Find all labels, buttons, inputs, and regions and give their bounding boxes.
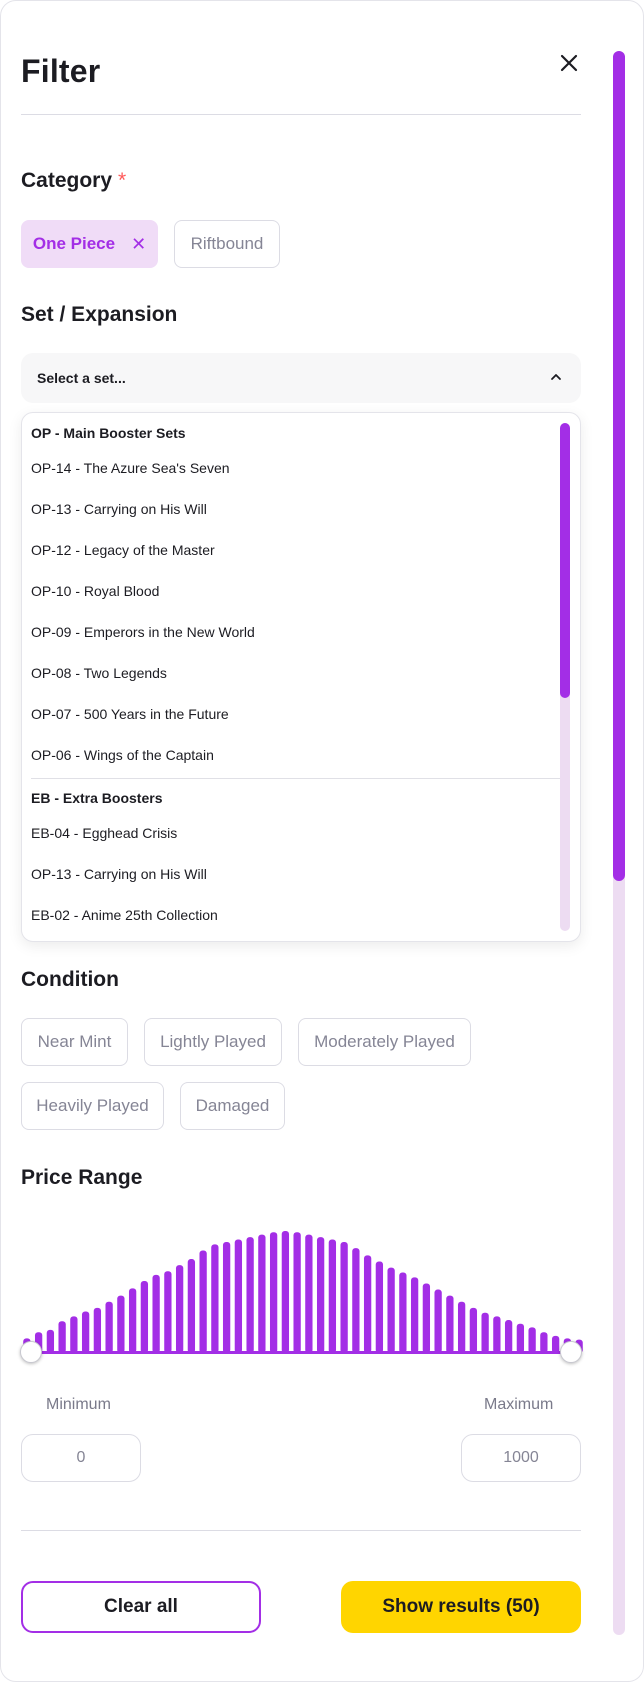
set-option[interactable]: OP-10 - Royal Blood bbox=[31, 583, 159, 599]
footer-divider bbox=[21, 1530, 581, 1531]
histogram-bar bbox=[246, 1237, 254, 1353]
histogram-bar bbox=[446, 1295, 454, 1353]
minimum-label: Minimum bbox=[46, 1396, 111, 1413]
histogram-bar bbox=[457, 1301, 466, 1353]
filter-panel: Filter Category * One Piece ✕ Riftbound S… bbox=[0, 0, 644, 1682]
chip-label: Heavily Played bbox=[36, 1096, 149, 1115]
chip-label: Damaged bbox=[195, 1096, 270, 1115]
histogram-bar bbox=[352, 1248, 360, 1353]
chip-label: One Piece bbox=[32, 234, 116, 253]
group-heading-op: OP - Main Booster Sets bbox=[31, 425, 186, 441]
price-histogram bbox=[23, 1231, 583, 1353]
max-price-handle[interactable] bbox=[560, 1341, 582, 1363]
histogram-bar bbox=[152, 1274, 160, 1353]
group-heading-eb: EB - Extra Boosters bbox=[31, 790, 163, 806]
remove-chip-icon[interactable]: ✕ bbox=[131, 234, 146, 255]
chip-label: Riftbound bbox=[190, 234, 264, 253]
set-select[interactable]: Select a set... bbox=[21, 353, 581, 403]
chip-near-mint[interactable]: Near Mint bbox=[21, 1018, 128, 1066]
header-divider bbox=[21, 114, 581, 115]
histogram-bar bbox=[363, 1255, 372, 1353]
set-option[interactable]: OP-13 - Carrying on His Will bbox=[31, 866, 207, 882]
histogram-bar bbox=[316, 1237, 325, 1353]
page-title: Filter bbox=[21, 53, 101, 89]
chip-heavily-played[interactable]: Heavily Played bbox=[21, 1082, 164, 1130]
histogram-bar bbox=[46, 1329, 55, 1353]
set-dropdown-list: OP - Main Booster Sets OP-14 - The Azure… bbox=[21, 412, 581, 942]
histogram-bar bbox=[187, 1259, 196, 1353]
max-price-input[interactable] bbox=[461, 1434, 581, 1482]
histogram-bar bbox=[175, 1265, 184, 1353]
set-option[interactable]: EB-02 - Anime 25th Collection bbox=[31, 907, 218, 923]
histogram-bar bbox=[422, 1283, 431, 1353]
histogram-bar bbox=[516, 1323, 525, 1353]
chip-label: Near Mint bbox=[37, 1032, 112, 1051]
chip-label: Lightly Played bbox=[160, 1032, 266, 1051]
histogram-bar bbox=[269, 1232, 278, 1353]
histogram-bar bbox=[493, 1316, 501, 1353]
histogram-bar bbox=[469, 1307, 478, 1353]
set-option[interactable]: OP-13 - Carrying on His Will bbox=[31, 501, 207, 517]
price-range-title: Price Range bbox=[21, 1166, 143, 1189]
histogram-bar bbox=[434, 1289, 442, 1353]
histogram-bar bbox=[140, 1281, 149, 1353]
min-price-input[interactable] bbox=[21, 1434, 141, 1482]
panel-scrollbar-thumb[interactable] bbox=[613, 51, 625, 881]
histogram-bar bbox=[58, 1321, 66, 1353]
histogram-bar bbox=[211, 1244, 219, 1353]
chip-one-piece[interactable]: One Piece ✕ bbox=[21, 220, 158, 268]
group-divider bbox=[31, 778, 565, 779]
set-option[interactable]: OP-09 - Emperors in the New World bbox=[31, 624, 255, 640]
dropdown-scrollbar-thumb[interactable] bbox=[560, 423, 570, 698]
histogram-bar bbox=[105, 1301, 113, 1353]
set-expansion-title: Set / Expansion bbox=[21, 303, 178, 326]
histogram-bar bbox=[258, 1234, 266, 1353]
set-option[interactable]: OP-12 - Legacy of the Master bbox=[31, 542, 215, 558]
histogram-bar bbox=[387, 1267, 395, 1353]
required-marker: * bbox=[118, 169, 127, 192]
set-option[interactable]: OP-07 - 500 Years in the Future bbox=[31, 706, 229, 722]
histogram-bar bbox=[410, 1277, 419, 1353]
show-results-button[interactable]: Show results (50) bbox=[341, 1581, 581, 1633]
condition-title: Condition bbox=[21, 968, 119, 991]
chip-moderately-played[interactable]: Moderately Played bbox=[298, 1018, 471, 1066]
histogram-bar bbox=[222, 1241, 231, 1353]
histogram-bar bbox=[234, 1239, 243, 1353]
histogram-bar bbox=[70, 1316, 78, 1353]
category-title: Category bbox=[21, 169, 113, 192]
histogram-bar bbox=[164, 1271, 172, 1353]
histogram-bar bbox=[399, 1272, 407, 1353]
set-select-placeholder: Select a set... bbox=[37, 370, 126, 386]
histogram-bar bbox=[375, 1261, 384, 1353]
histogram-bar bbox=[340, 1241, 348, 1353]
chip-label: Moderately Played bbox=[314, 1032, 455, 1051]
category-heading: Category * bbox=[21, 169, 126, 193]
close-icon[interactable] bbox=[557, 51, 581, 75]
histogram-bar bbox=[93, 1307, 102, 1353]
clear-all-button[interactable]: Clear all bbox=[21, 1581, 261, 1633]
histogram-bar bbox=[117, 1295, 125, 1353]
histogram-bar bbox=[504, 1320, 513, 1353]
set-option[interactable]: OP-06 - Wings of the Captain bbox=[31, 747, 214, 763]
min-price-handle[interactable] bbox=[20, 1341, 42, 1363]
histogram-bar bbox=[128, 1288, 137, 1353]
histogram-bar bbox=[293, 1232, 301, 1353]
histogram-bar bbox=[528, 1327, 536, 1353]
histogram-bar bbox=[305, 1234, 313, 1353]
chevron-up-icon bbox=[551, 374, 561, 380]
histogram-bar bbox=[481, 1312, 489, 1353]
price-slider-track[interactable] bbox=[29, 1351, 571, 1354]
set-option[interactable]: OP-08 - Two Legends bbox=[31, 665, 167, 681]
chip-damaged[interactable]: Damaged bbox=[180, 1082, 285, 1130]
histogram-bar bbox=[199, 1250, 207, 1353]
histogram-bar bbox=[540, 1332, 548, 1353]
set-option[interactable]: OP-14 - The Azure Sea's Seven bbox=[31, 460, 230, 476]
histogram-bar bbox=[81, 1311, 90, 1353]
histogram-bar bbox=[328, 1239, 337, 1353]
chip-riftbound[interactable]: Riftbound bbox=[174, 220, 280, 268]
set-option[interactable]: EB-04 - Egghead Crisis bbox=[31, 825, 177, 841]
maximum-label: Maximum bbox=[484, 1396, 554, 1413]
histogram-bar bbox=[281, 1231, 290, 1353]
chip-lightly-played[interactable]: Lightly Played bbox=[144, 1018, 282, 1066]
